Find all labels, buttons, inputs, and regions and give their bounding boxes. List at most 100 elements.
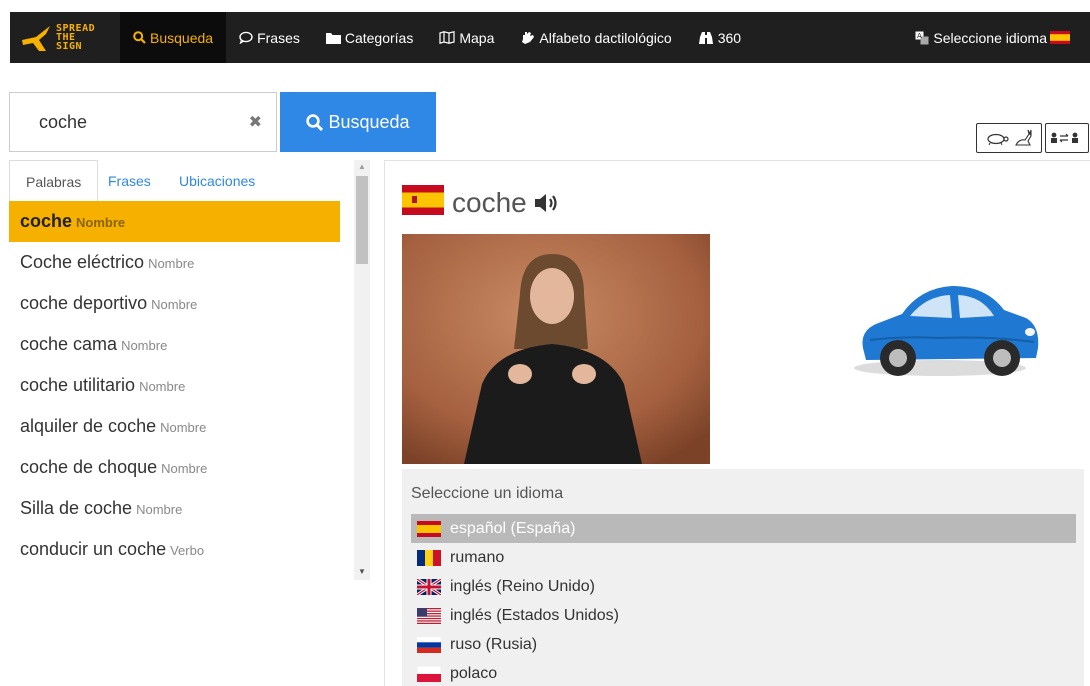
language-label: polaco [450,664,498,682]
result-word: conducir un coche [20,539,167,559]
car-illustration [840,240,1044,410]
map-icon [439,31,455,44]
tab-ubicaciones[interactable]: Ubicaciones [179,160,255,202]
result-item[interactable]: coche utilitario Nombre [9,365,340,406]
results-list: coche Nombre Coche eléctrico Nombre coche … [9,201,340,581]
result-word: coche deportivo [20,293,148,313]
nav-mapa[interactable]: Mapa [426,12,507,63]
turtle-icon [987,133,1009,145]
nav-busqueda[interactable]: Busqueda [120,12,227,63]
tab-palabras[interactable]: Palabras [9,160,99,203]
scroll-up-arrow-icon[interactable]: ▲ [354,162,370,171]
nav-categorias[interactable]: Categorías [313,12,426,63]
result-pos: Nombre [148,256,195,271]
view-toggles [976,123,1090,153]
results-scrollbar[interactable]: ▲ ▼ [354,160,370,580]
language-panel: Seleccione un idioma español (España) ru… [402,469,1084,686]
language-label: rumano [450,548,505,566]
top-strip [0,0,1090,12]
nav-label: 360 [717,29,742,46]
result-item[interactable]: conducir un coche Verbo [9,529,340,570]
result-pos: Nombre [151,297,198,312]
result-word: coche de choque [20,457,158,477]
scrollbar-thumb[interactable] [356,176,368,264]
search-box: ✖ [9,92,277,152]
spain-flag-icon [402,184,444,222]
language-list: español (España) rumano inglés (Reino Un… [411,514,1076,686]
romania-flag-icon [417,549,441,566]
result-word: coche cama [20,334,118,354]
nav-label: Alfabeto dactilológico [539,29,672,46]
logo-text: SPREAD THE SIGN [56,24,95,52]
logo-figure-icon [22,25,50,51]
poland-flag-icon [416,665,442,682]
search-button-label: Busqueda [328,111,410,132]
language-label: ruso (Rusia) [450,635,538,653]
result-item[interactable]: Coche eléctrico Nombre [9,242,340,283]
result-word: coche utilitario [20,375,136,395]
result-pos: Verbo [170,543,205,558]
folder-icon [325,32,341,44]
svg-text:A: A [917,32,922,40]
nav-frases[interactable]: Frases [226,12,313,63]
result-word: Silla de coche [20,498,133,518]
result-word: Coche eléctrico [20,252,145,272]
language-selector-label: Seleccione idioma [933,29,1047,46]
search-icon [306,113,324,131]
tab-frases[interactable]: Frases [108,160,151,202]
rabbit-icon [1015,129,1032,146]
result-item[interactable]: coche de choque Nombre [9,447,340,488]
language-label: inglés (Estados Unidos) [450,606,619,624]
speech-bubble-icon [239,31,253,44]
users-swap-icon [1051,132,1078,143]
language-selector[interactable]: A Seleccione idioma [902,12,1090,63]
language-label: español (España) [450,519,576,537]
translate-icon: A [915,31,929,45]
language-item-es[interactable]: español (España) [411,514,1076,543]
search-input[interactable] [10,111,230,133]
speed-toggle-button[interactable] [976,123,1042,153]
spain-flag-icon [417,520,441,537]
language-item-en-gb[interactable]: inglés (Reino Unido) [411,572,1076,601]
result-pos: Nombre [161,461,208,476]
navbar: SPREAD THE SIGN Busqueda Frases Categorí… [10,12,1090,63]
hand-icon [520,30,535,45]
result-item[interactable]: coche Nombre [9,201,340,242]
search-icon [133,31,146,44]
usa-flag-icon [417,607,441,624]
search-button[interactable]: Busqueda [280,92,436,152]
binoculars-icon [698,31,714,45]
speaker-icon[interactable] [533,191,563,215]
language-label: inglés (Reino Unido) [450,577,595,595]
language-panel-heading: Seleccione un idioma [411,485,564,502]
clear-icon[interactable]: ✖ [249,112,262,132]
result-pos: Nombre [160,420,207,435]
result-pos: Nombre [136,502,183,517]
logo-line-3: SIGN [56,41,83,52]
nav-label: Busqueda [150,29,214,46]
sign-video[interactable] [402,234,710,464]
result-word: alquiler de coche [20,416,157,436]
spain-flag-icon [1050,31,1070,44]
nav-label: Mapa [459,29,495,46]
word-title-text: coche [452,187,527,218]
uk-flag-icon [416,577,442,596]
result-item[interactable]: Silla de coche Nombre [9,488,340,529]
result-pos: Nombre [139,379,186,394]
word-title: coche [402,184,563,222]
language-item-ro[interactable]: rumano [411,543,1076,572]
nav-label: Frases [257,29,300,46]
car-icon [854,286,1039,376]
logo[interactable]: SPREAD THE SIGN [10,12,120,63]
language-item-ru[interactable]: ruso (Rusia) [411,630,1076,659]
signer-image [402,234,710,464]
scroll-down-arrow-icon[interactable]: ▼ [354,567,370,576]
nav-360[interactable]: 360 [685,12,754,63]
result-item[interactable]: coche cama Nombre [9,324,340,365]
result-item[interactable]: alquiler de coche Nombre [9,406,340,447]
result-item[interactable]: coche deportivo Nombre [9,283,340,324]
compare-toggle-button[interactable] [1045,123,1089,153]
language-item-en-us[interactable]: inglés (Estados Unidos) [411,601,1076,630]
nav-alfabeto[interactable]: Alfabeto dactilológico [507,12,684,63]
language-item-pl[interactable]: polaco [411,659,1076,686]
